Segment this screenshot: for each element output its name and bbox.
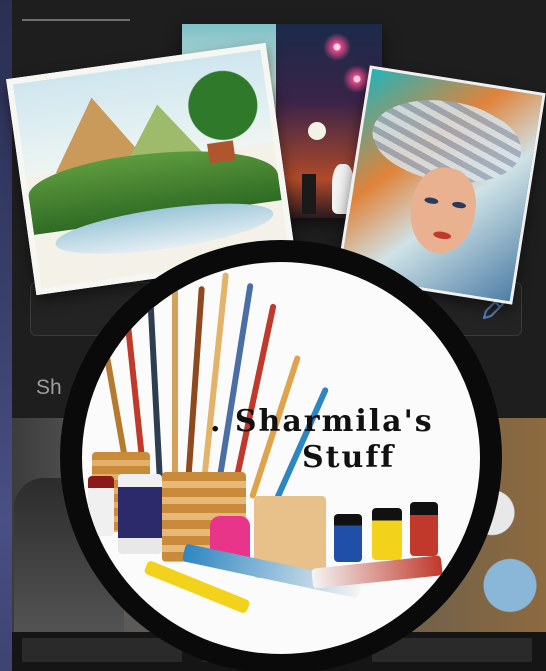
avatar[interactable] bbox=[82, 262, 480, 654]
paint-bottle bbox=[334, 514, 362, 562]
toolbar-segment[interactable] bbox=[22, 638, 182, 662]
paint-bottle bbox=[372, 508, 402, 560]
brush-shape bbox=[185, 286, 205, 482]
brush-shape bbox=[172, 282, 178, 482]
hut-shape bbox=[207, 140, 236, 164]
moon-shape bbox=[308, 122, 326, 140]
brand-name-line-1: . Sharmila's bbox=[210, 404, 434, 439]
brand-name-line-2: Stuff bbox=[302, 440, 396, 475]
paint-bottle bbox=[118, 474, 162, 554]
figure-groom bbox=[302, 174, 316, 214]
tab-underline bbox=[22, 19, 130, 21]
section-label: Sh bbox=[36, 376, 62, 399]
paint-bottle bbox=[410, 502, 438, 556]
paint-bottle bbox=[88, 476, 114, 536]
firework-shape bbox=[322, 32, 352, 62]
paint-tube bbox=[311, 555, 443, 589]
